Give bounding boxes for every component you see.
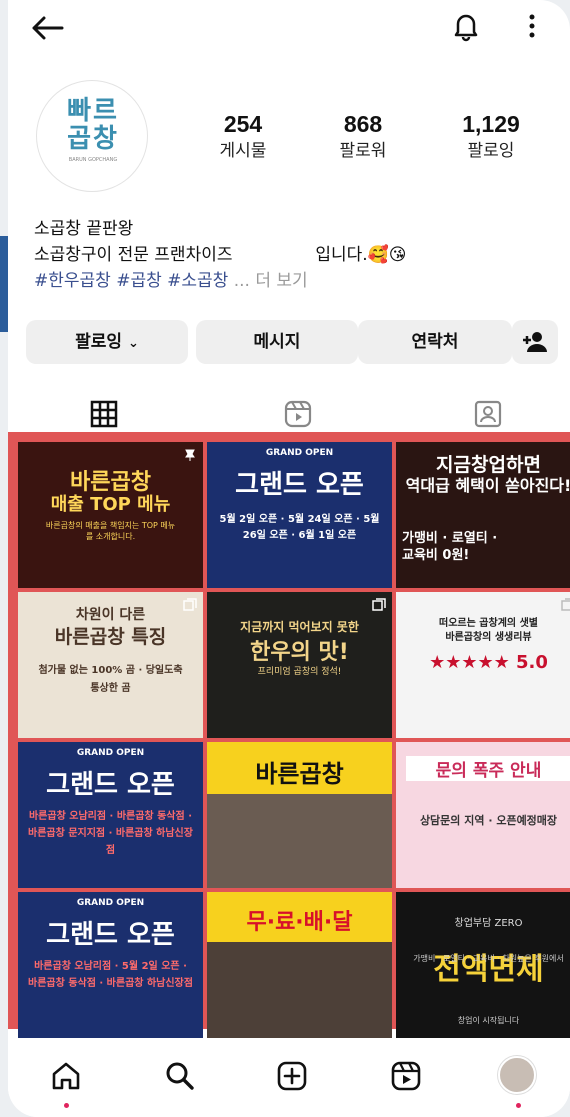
brand-logo-subtext: BARUN GOPCHANG <box>68 157 118 163</box>
post-subtitle: 한우의 맛! <box>250 640 349 665</box>
post-tile[interactable]: 지금까지 먹어보지 못한 한우의 맛! 프리미엄 곱창의 정석! <box>207 592 392 738</box>
avatar[interactable] <box>498 1056 536 1094</box>
post-tile[interactable]: 바른곱창 매출 TOP 메뉴 바른곱창의 매출을 책임지는 TOP 메뉴를 소개… <box>18 442 203 588</box>
stat-followers[interactable]: 868 팔로워 <box>308 110 418 164</box>
stat-followers-count: 868 <box>343 111 383 137</box>
post-body: 바른곱창 오남리점 · 바른곱창 동삭점 · 바른곱창 문지지점 · 바른곱창 … <box>28 811 193 856</box>
post-subtitle: 바른곱창의 생생리뷰 <box>445 632 532 643</box>
profile-bio: 소곱창 끝판왕 소곱창구이 전문 프랜차이즈 입니다.🥰😘 #한우곱창 #곱창 … <box>34 216 544 294</box>
stat-following[interactable]: 1,129 팔로잉 <box>436 110 546 164</box>
bio-description: 소곱창구이 전문 프랜차이즈 입니다.🥰😘 <box>34 242 544 268</box>
stat-posts[interactable]: 254 게시물 <box>188 110 298 164</box>
stat-posts-label: 게시물 <box>219 141 267 161</box>
post-tile[interactable]: 문의 폭주 안내 상담문의 지역 · 오픈예정매장 <box>396 742 570 888</box>
post-tile[interactable]: 차원이 다른 바른곱창 특징 첨가물 없는 100% 곰 · 당일도축 통상한 … <box>18 592 203 738</box>
post-title: 차원이 다른 <box>75 607 146 623</box>
arrow-left-icon[interactable] <box>28 10 68 46</box>
post-body: 가맹비 · 로열티 · 교육비 · 차원높은 후원에서 창업이 시작됩니다 <box>413 954 564 1025</box>
post-subtitle: 역대급 혜택이 쏟아진다! <box>405 476 570 495</box>
carousel-icon <box>372 598 386 611</box>
post-title: 지금창업하면 <box>436 454 541 476</box>
contact-button-label: 연락처 <box>411 332 459 352</box>
post-body: 바른곱창 오남리점 · 5월 2일 오픈 · 바른곱창 동삭점 · 바른곱창 하… <box>28 961 193 989</box>
search-icon[interactable] <box>160 1056 200 1096</box>
contact-button[interactable]: 연락처 <box>358 320 512 364</box>
post-body: 프리미엄 곱창의 정석! <box>257 667 342 677</box>
post-subtitle: 그랜드 오픈 <box>235 470 364 500</box>
post-subtitle: 그랜드 오픈 <box>46 770 175 800</box>
tagged-icon[interactable] <box>468 394 508 434</box>
bell-icon[interactable] <box>448 8 484 44</box>
stat-following-count: 1,129 <box>462 111 520 137</box>
grid-icon[interactable] <box>84 394 124 434</box>
post-body: 5월 2일 오픈 · 5월 24일 오픈 · 5월 26일 오픈 · 6월 1일… <box>219 514 380 541</box>
add-user-icon <box>523 332 547 352</box>
stat-following-label: 팔로잉 <box>467 141 515 161</box>
profile-notification-dot <box>516 1103 521 1108</box>
reels-icon[interactable] <box>278 394 318 434</box>
top-bar <box>8 0 570 56</box>
post-tile[interactable]: 떠오르는 곱창계의 샛별 바른곱창의 생생리뷰 ★★★★★ 5.0 <box>396 592 570 738</box>
post-tile[interactable]: 지금창업하면 역대급 혜택이 쏟아진다! 가맹비 · 로열티 · 교육비 0원! <box>396 442 570 588</box>
following-button[interactable]: 팔로잉 ⌄ <box>26 320 188 364</box>
post-subtitle: 그랜드 오픈 <box>46 920 175 950</box>
post-title: GRAND OPEN <box>76 748 145 758</box>
post-tile[interactable]: GRAND OPEN 그랜드 오픈 바른곱창 오남리점 · 바른곱창 동삭점 ·… <box>18 742 203 888</box>
post-subtitle: 매출 TOP 메뉴 <box>50 494 171 515</box>
profile-avatar[interactable]: 빠르 곱창 BARUN GOPCHANG <box>36 80 148 192</box>
chevron-down-icon: ⌄ <box>128 336 139 351</box>
post-title: GRAND OPEN <box>76 898 145 908</box>
post-tile[interactable]: GRAND OPEN 그랜드 오픈 바른곱창 오남리점 · 5월 2일 오픈 ·… <box>18 892 203 1038</box>
posts-grid: 바른곱창 매출 TOP 메뉴 바른곱창의 매출을 책임지는 TOP 메뉴를 소개… <box>10 442 570 1038</box>
carousel-icon <box>183 598 197 611</box>
bio-more-link[interactable]: ... 더 보기 <box>234 271 308 291</box>
carousel-icon <box>561 598 570 611</box>
post-body: 첨가물 없는 100% 곰 · 당일도축 통상한 곰 <box>38 665 183 694</box>
plus-square-icon[interactable] <box>272 1056 312 1096</box>
post-tile[interactable]: 창업부담 ZERO 전액면제 가맹비 · 로열티 · 교육비 · 차원높은 후원… <box>396 892 570 1038</box>
post-body: 가맹비 · 로열티 · 교육비 0원! <box>402 531 498 563</box>
message-button[interactable]: 메시지 <box>196 320 358 364</box>
bio-description-a: 소곱창구이 전문 프랜차이즈 <box>34 245 233 265</box>
home-notification-dot <box>64 1103 69 1108</box>
bio-tags-line: #한우곱창 #곱창 #소곱창 ... 더 보기 <box>34 268 544 294</box>
post-tile[interactable]: 바른곱창 <box>207 742 392 888</box>
message-button-label: 메시지 <box>253 332 301 352</box>
post-body: ★★★★★ 5.0 <box>429 652 548 673</box>
posts-grid-highlight: 바른곱창 매출 TOP 메뉴 바른곱창의 매출을 책임지는 TOP 메뉴를 소개… <box>8 432 570 1038</box>
home-icon[interactable] <box>46 1056 86 1096</box>
stat-posts-count: 254 <box>223 111 263 137</box>
post-tile[interactable]: 무·료·배·달 <box>207 892 392 1038</box>
post-body: 바른곱창의 매출을 책임지는 TOP 메뉴를 소개합니다. <box>45 521 176 541</box>
post-title: 무·료·배·달 <box>246 910 353 935</box>
bio-name: 소곱창 끝판왕 <box>34 219 134 239</box>
post-title: GRAND OPEN <box>265 448 334 458</box>
left-edge-accent <box>0 236 8 332</box>
following-button-label: 팔로잉 <box>75 332 122 352</box>
post-tile[interactable]: GRAND OPEN 그랜드 오픈 5월 2일 오픈 · 5월 24일 오픈 ·… <box>207 442 392 588</box>
post-title: 바른곱창 <box>255 760 344 788</box>
bottom-nav <box>8 1040 570 1117</box>
post-subtitle: 바른곱창 특징 <box>54 626 167 648</box>
bio-hashtags[interactable]: #한우곱창 #곱창 #소곱창 <box>34 271 228 291</box>
profile-tabs <box>8 394 570 434</box>
post-title: 문의 폭주 안내 <box>406 756 570 781</box>
reels-icon[interactable] <box>386 1056 426 1096</box>
brand-logo-text: 빠르 곱창 <box>67 96 119 154</box>
post-title: 창업부담 ZERO <box>454 918 523 929</box>
pin-icon <box>185 449 195 461</box>
instagram-profile-screen: 빠르 곱창 BARUN GOPCHANG 254 게시물 868 팔로워 1,1… <box>8 0 570 1117</box>
bio-description-b: 입니다.🥰😘 <box>315 245 407 265</box>
stat-followers-label: 팔로워 <box>339 141 387 161</box>
add-user-button[interactable] <box>512 320 558 364</box>
post-title: 지금까지 먹어보지 못한 <box>240 620 359 634</box>
kebab-icon[interactable] <box>514 8 550 44</box>
post-title: 떠오르는 곱창계의 샛별 <box>439 618 538 629</box>
post-body: 상담문의 지역 · 오픈예정매장 <box>419 814 558 827</box>
